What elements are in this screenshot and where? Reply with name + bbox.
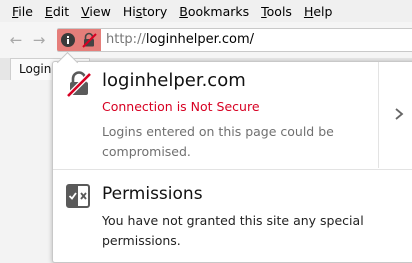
security-section: loginhelper.com Connection is Not Secure… [53, 62, 378, 170]
menu-bookmarks[interactable]: Bookmarks [179, 4, 249, 19]
navigation-bar: ← → http://loginhelper.com/ [0, 22, 412, 59]
site-host: loginhelper.com [102, 70, 246, 91]
menu-edit[interactable]: Edit [45, 4, 69, 19]
insecure-lock-icon [66, 71, 92, 98]
permissions-section: Permissions You have not granted this si… [53, 170, 412, 262]
site-identity-panel: loginhelper.com Connection is Not Secure… [52, 61, 412, 263]
menu-view[interactable]: View [81, 4, 111, 19]
permissions-title: Permissions [102, 184, 203, 204]
connection-status: Connection is Not Secure [102, 99, 260, 114]
connection-description: Logins entered on this page could be com… [102, 124, 334, 159]
permissions-description: You have not granted this site any speci… [102, 213, 364, 248]
url-text[interactable]: http://loginhelper.com/ [106, 31, 254, 49]
menu-history[interactable]: History [123, 4, 167, 19]
lock-slash-icon[interactable] [81, 32, 97, 48]
menu-tools[interactable]: Tools [261, 4, 292, 19]
security-details-button[interactable] [378, 62, 412, 168]
menu-bar: File Edit View History Bookmarks Tools H… [0, 0, 412, 22]
menu-help[interactable]: Help [304, 4, 333, 19]
chevron-right-icon [395, 108, 404, 120]
info-icon[interactable] [61, 33, 75, 47]
menu-file[interactable]: File [12, 4, 33, 19]
back-button[interactable]: ← [8, 31, 24, 49]
permissions-icon [66, 184, 90, 208]
forward-button[interactable]: → [31, 31, 47, 49]
